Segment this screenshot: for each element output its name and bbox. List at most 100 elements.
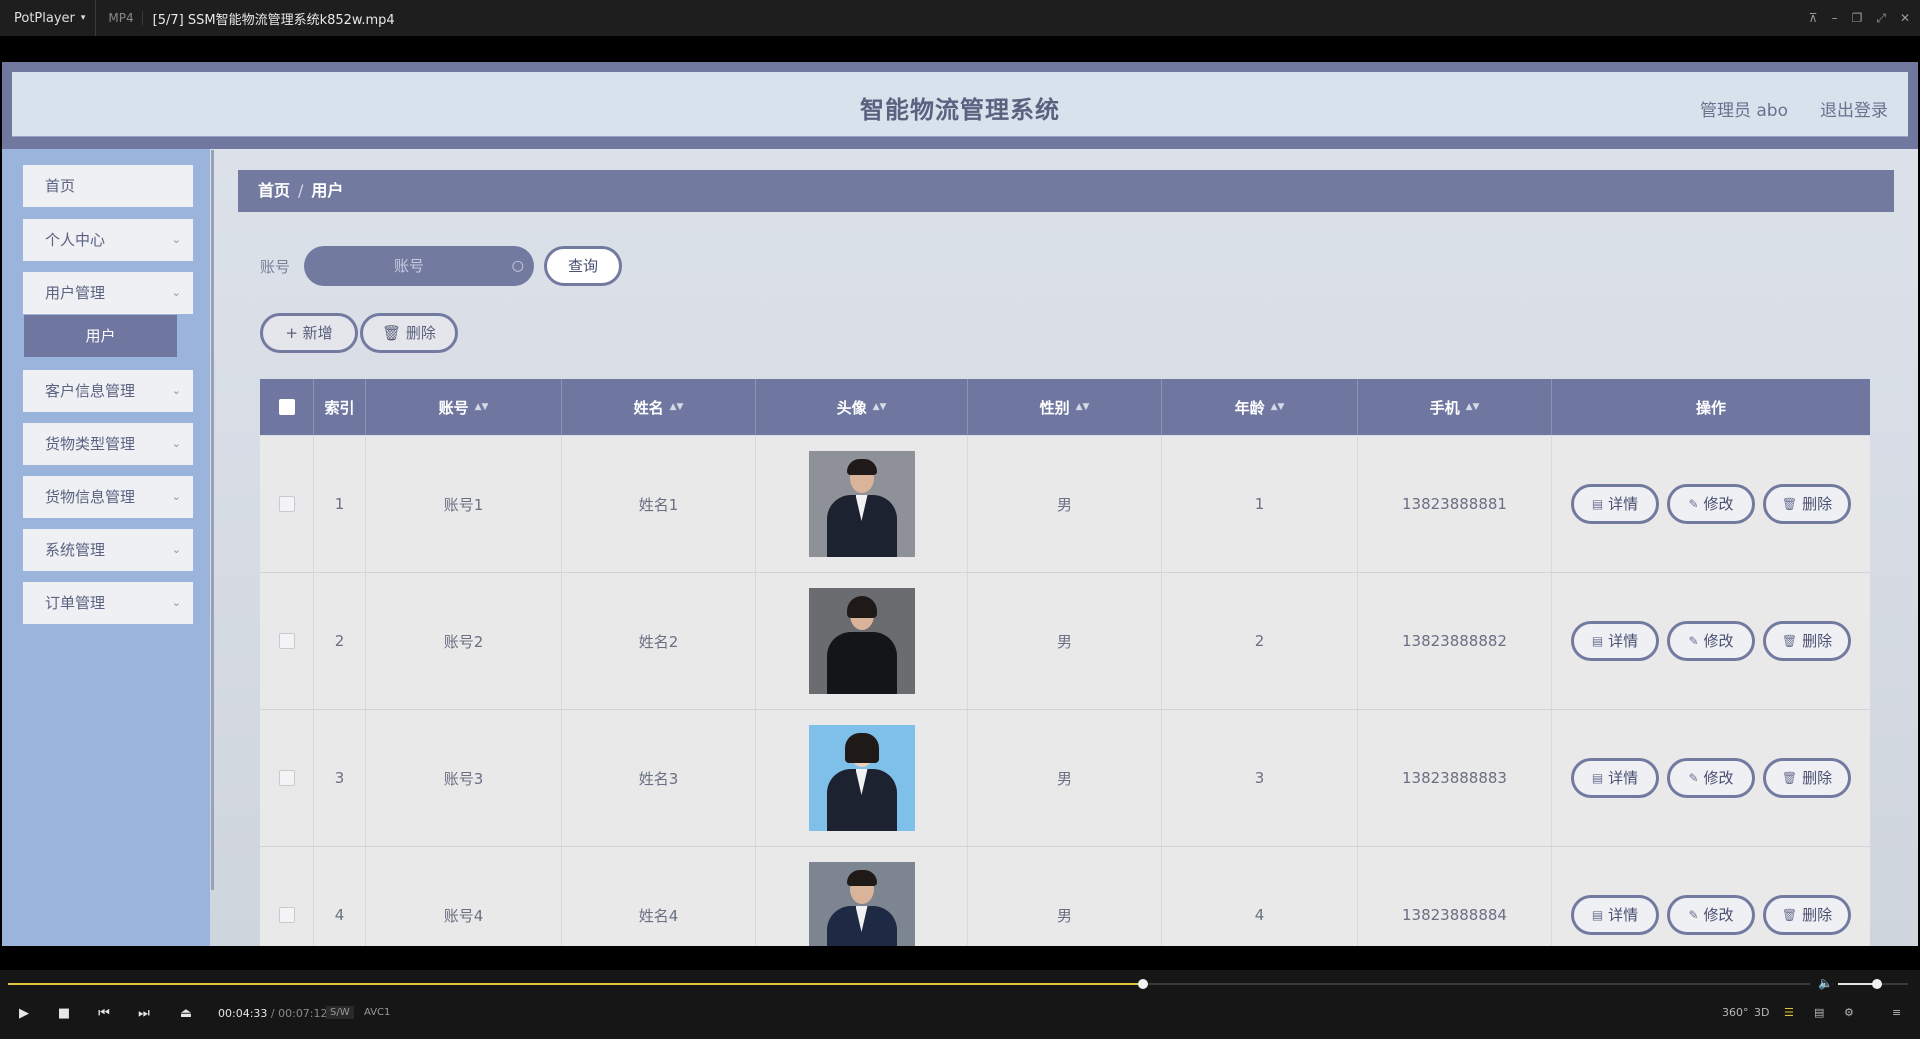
column-header-gender[interactable]: 性别 ▲▼ (968, 379, 1162, 435)
row-select-cell (260, 710, 314, 846)
sidebar-item-home[interactable]: 首页 (23, 165, 193, 207)
sidebar-item-customer-info[interactable]: 客户信息管理 ⌄ (23, 370, 193, 412)
sidebar-item-personal-center[interactable]: 个人中心 ⌄ (23, 219, 193, 261)
delete-button[interactable]: 🗑 删除 (1763, 621, 1851, 661)
360-label[interactable]: 360° (1722, 1006, 1749, 1019)
row-checkbox[interactable] (278, 496, 295, 512)
query-button[interactable]: 查询 (544, 246, 622, 286)
detail-button[interactable]: ▤ 详情 (1571, 758, 1659, 798)
logout-link[interactable]: 退出登录 (1820, 96, 1888, 121)
index-cell: 1 (314, 436, 366, 572)
volume-slider[interactable] (1838, 979, 1908, 989)
detail-button[interactable]: ▤ 详情 (1571, 621, 1659, 661)
index-cell: 2 (314, 573, 366, 709)
sort-icon[interactable]: ▲▼ (873, 403, 887, 412)
sw-badge[interactable]: S/W (326, 1006, 354, 1019)
row-checkbox[interactable] (278, 770, 295, 786)
delete-button[interactable]: 🗑 删除 (1763, 484, 1851, 524)
volume-handle[interactable] (1871, 979, 1882, 989)
column-header-account[interactable]: 账号 ▲▼ (366, 379, 562, 435)
gender-cell: 男 (968, 847, 1162, 946)
pin-icon[interactable]: ⊼ (1809, 11, 1818, 25)
pencil-icon: ✎ (1688, 908, 1699, 922)
detail-label: 详情 (1608, 632, 1639, 650)
edit-button[interactable]: ✎ 修改 (1667, 758, 1755, 798)
avatar-image[interactable] (808, 451, 915, 557)
column-header-avatar[interactable]: 头像 ▲▼ (756, 379, 968, 435)
sidebar-scrollbar[interactable] (211, 150, 214, 890)
bulk-delete-button[interactable]: 🗑 删除 (360, 313, 458, 353)
row-checkbox[interactable] (278, 907, 295, 923)
delete-button[interactable]: 🗑 删除 (1763, 758, 1851, 798)
chevron-down-icon: ⌄ (171, 543, 181, 556)
delete-button[interactable]: 🗑 删除 (1763, 895, 1851, 935)
avatar-image[interactable] (808, 862, 915, 946)
sort-icon[interactable]: ▲▼ (475, 403, 489, 412)
menu-icon[interactable]: ≡ (1892, 1006, 1901, 1019)
edit-button[interactable]: ✎ 修改 (1667, 621, 1755, 661)
app-header: 智能物流管理系统 管理员 abo 退出登录 (2, 62, 1918, 149)
settings-gear-icon[interactable]: ⚙ (1844, 1006, 1854, 1019)
sort-icon[interactable]: ▲▼ (1076, 403, 1090, 412)
delete-label: 删除 (1802, 906, 1833, 924)
column-header-name[interactable]: 姓名 ▲▼ (562, 379, 756, 435)
add-button[interactable]: + 新增 (260, 313, 358, 353)
search-label: 账号 (260, 258, 291, 276)
column-label: 手机 (1429, 398, 1460, 417)
sort-icon[interactable]: ▲▼ (1466, 403, 1480, 412)
detail-button[interactable]: ▤ 详情 (1571, 895, 1659, 935)
search-input[interactable]: 账号 ○ (304, 246, 534, 286)
avatar-image[interactable] (808, 588, 915, 694)
sidebar-item-user-management[interactable]: 用户管理 ⌄ (23, 272, 193, 314)
select-all-checkbox[interactable] (278, 399, 295, 415)
edit-button[interactable]: ✎ 修改 (1667, 895, 1755, 935)
fullscreen-icon[interactable]: ⤢ (1876, 11, 1886, 26)
sidebar-item-goods-info[interactable]: 货物信息管理 ⌄ (23, 476, 193, 518)
stop-icon[interactable]: ■ (52, 1006, 76, 1021)
actions-cell: ▤ 详情 ✎ 修改 🗑 删除 (1552, 573, 1870, 709)
sidebar-subitem-users[interactable]: 用户 (24, 315, 177, 357)
volume-level (1838, 983, 1877, 985)
3d-label[interactable]: 3D (1754, 1006, 1769, 1019)
sidebar-item-system[interactable]: 系统管理 ⌄ (23, 529, 193, 571)
sidebar: 首页 个人中心 ⌄ 用户管理 ⌄ 用户 客户信息管理 ⌄ 货物类型管理 ⌄ 货物… (2, 149, 210, 946)
playlist-search-icon[interactable]: ☰ (1784, 1006, 1794, 1019)
column-label: 账号 (438, 398, 469, 417)
volume-icon[interactable]: 🔈 (1818, 976, 1833, 990)
edit-button[interactable]: ✎ 修改 (1667, 484, 1755, 524)
sidebar-item-orders[interactable]: 订单管理 ⌄ (23, 582, 193, 624)
sort-icon[interactable]: ▲▼ (1271, 403, 1285, 412)
avatar-image[interactable] (808, 725, 915, 831)
previous-icon[interactable]: ⏮ (92, 1006, 116, 1021)
detail-button[interactable]: ▤ 详情 (1571, 484, 1659, 524)
app-menu-button[interactable]: PotPlayer ▾ (0, 0, 97, 36)
row-select-cell (260, 573, 314, 709)
close-icon[interactable]: ✕ (1900, 11, 1910, 25)
subtitle-icon[interactable]: ▤ (1814, 1006, 1824, 1019)
age-cell: 1 (1162, 436, 1358, 572)
time-display: 00:04:33 / 00:07:12 (218, 1007, 328, 1020)
sort-icon[interactable]: ▲▼ (670, 403, 684, 412)
column-header-age[interactable]: 年龄 ▲▼ (1162, 379, 1358, 435)
name-cell: 姓名3 (562, 710, 756, 846)
restore-icon[interactable]: ❐ (1852, 11, 1863, 25)
delete-label: 删除 (1802, 495, 1833, 513)
column-header-phone[interactable]: 手机 ▲▼ (1358, 379, 1552, 435)
next-icon[interactable]: ⏭ (132, 1006, 156, 1021)
row-checkbox[interactable] (278, 633, 295, 649)
seek-bar[interactable] (8, 979, 1810, 989)
phone-cell: 13823888883 (1358, 710, 1552, 846)
sidebar-item-goods-type[interactable]: 货物类型管理 ⌄ (23, 423, 193, 465)
account-cell: 账号4 (366, 847, 562, 946)
seek-handle[interactable] (1138, 979, 1149, 989)
avatar-hair (846, 870, 877, 886)
breadcrumb-home[interactable]: 首页 (258, 181, 290, 200)
search-icon: ○ (511, 258, 524, 274)
eject-icon[interactable]: ⏏ (174, 1006, 198, 1021)
phone-cell: 13823888884 (1358, 847, 1552, 946)
chevron-down-icon: ⌄ (171, 596, 181, 609)
minimize-icon[interactable]: – (1832, 11, 1838, 25)
breadcrumb-separator: / (298, 181, 304, 200)
play-icon[interactable]: ▶ (12, 1006, 36, 1021)
column-header-index: 索引 (314, 379, 366, 435)
